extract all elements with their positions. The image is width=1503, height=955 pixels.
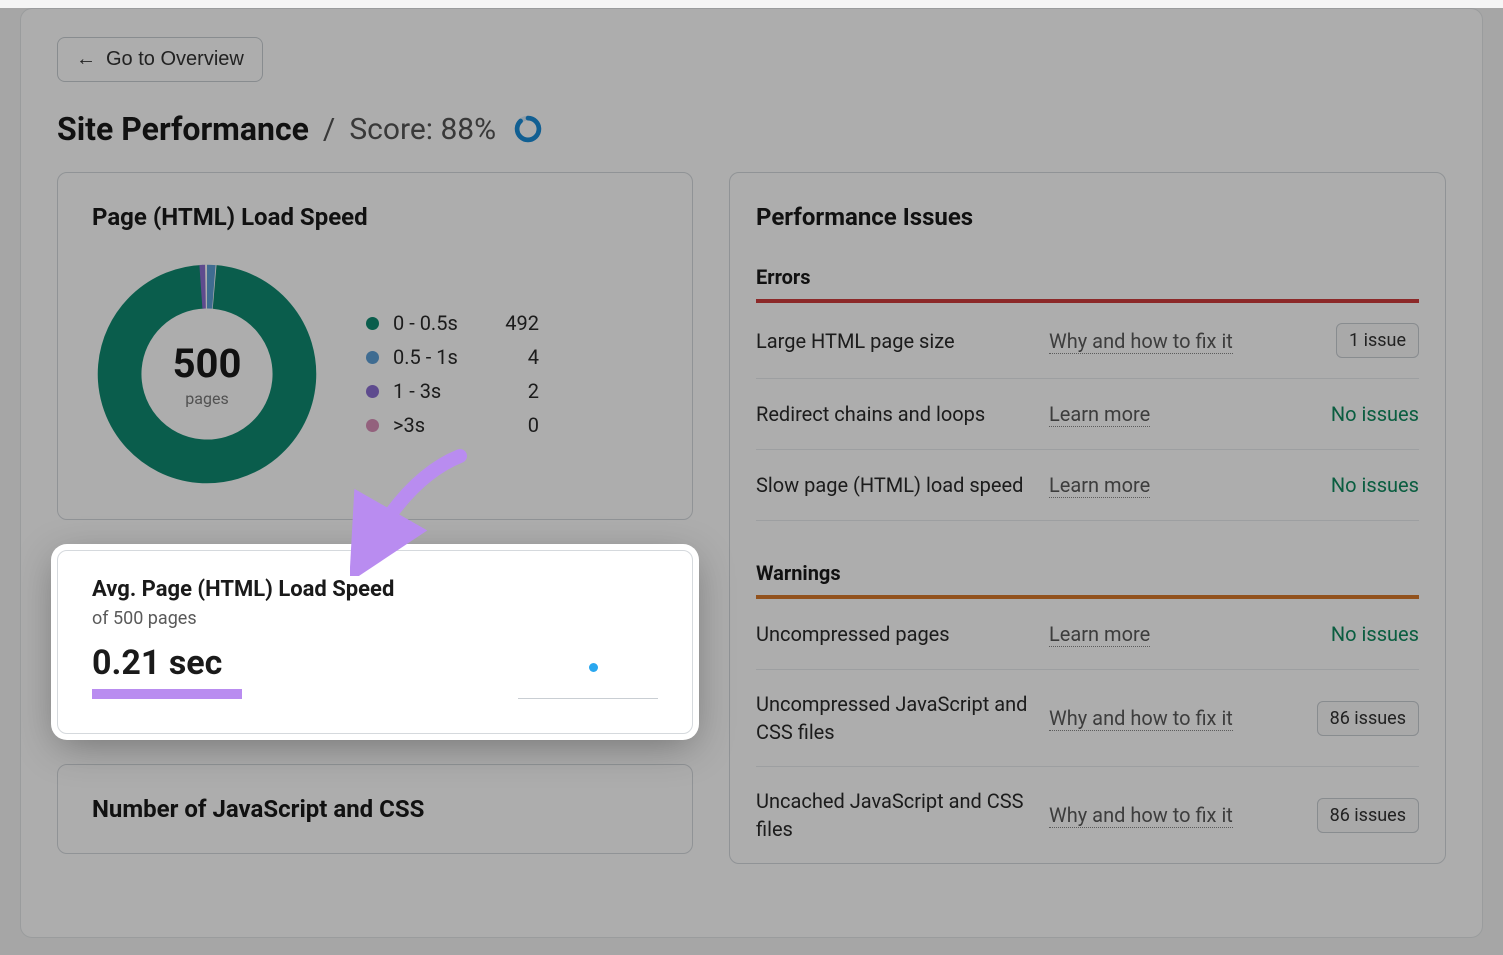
avg-speed-value: 0.21 sec bbox=[92, 643, 242, 683]
issue-row: Redirect chains and loops Learn more No … bbox=[756, 379, 1419, 450]
issue-name: Uncached JavaScript and CSS files bbox=[756, 787, 1039, 843]
page-title: Site Performance bbox=[57, 110, 309, 148]
load-speed-donut: 500 pages bbox=[92, 259, 322, 489]
highlight-underline-icon bbox=[92, 689, 242, 699]
avg-speed-title: Avg. Page (HTML) Load Speed bbox=[92, 577, 658, 602]
issue-help-link[interactable]: Learn more bbox=[1049, 473, 1150, 498]
score-separator: / bbox=[323, 112, 335, 147]
issue-help-link[interactable]: Why and how to fix it bbox=[1049, 706, 1233, 731]
issue-row: Slow page (HTML) load speed Learn more N… bbox=[756, 450, 1419, 521]
issue-help-link[interactable]: Learn more bbox=[1049, 622, 1150, 647]
issue-count-pill[interactable]: 86 issues bbox=[1317, 798, 1419, 833]
page-container: ← Go to Overview Site Performance / Scor… bbox=[20, 8, 1483, 938]
avg-speed-sparkline bbox=[518, 665, 658, 699]
issue-name: Uncompressed pages bbox=[756, 620, 1039, 648]
legend-dot-icon bbox=[366, 419, 379, 432]
legend-dot-icon bbox=[366, 385, 379, 398]
avg-speed-subtitle: of 500 pages bbox=[92, 608, 658, 629]
legend-row: 0 - 0.5s 492 bbox=[366, 311, 539, 335]
back-button-label: Go to Overview bbox=[106, 48, 244, 71]
back-to-overview-button[interactable]: ← Go to Overview bbox=[57, 37, 263, 82]
title-row: Site Performance / Score: 88% bbox=[57, 110, 1482, 148]
jscss-card: Number of JavaScript and CSS bbox=[57, 764, 693, 854]
legend-label: >3s bbox=[393, 413, 489, 437]
issue-row: Uncached JavaScript and CSS files Why an… bbox=[756, 767, 1419, 863]
performance-issues-panel: Performance Issues Errors Large HTML pag… bbox=[729, 172, 1446, 864]
issue-count-pill[interactable]: 86 issues bbox=[1317, 701, 1419, 736]
no-issues-label: No issues bbox=[1331, 473, 1419, 497]
legend-row: 0.5 - 1s 4 bbox=[366, 345, 539, 369]
issue-count-pill[interactable]: 1 issue bbox=[1336, 323, 1419, 358]
issue-name: Redirect chains and loops bbox=[756, 400, 1039, 428]
no-issues-label: No issues bbox=[1331, 402, 1419, 426]
legend-dot-icon bbox=[366, 317, 379, 330]
load-speed-legend: 0 - 0.5s 492 0.5 - 1s 4 1 - 3s 2 bbox=[366, 311, 539, 437]
donut-total: 500 bbox=[173, 340, 242, 387]
load-speed-title: Page (HTML) Load Speed bbox=[92, 203, 658, 231]
warnings-section-heading: Warnings bbox=[756, 561, 1419, 599]
arrow-left-icon: ← bbox=[76, 48, 96, 71]
legend-value: 492 bbox=[489, 311, 539, 335]
legend-label: 0 - 0.5s bbox=[393, 311, 489, 335]
legend-value: 2 bbox=[489, 379, 539, 403]
legend-row: >3s 0 bbox=[366, 413, 539, 437]
jscss-title: Number of JavaScript and CSS bbox=[92, 795, 658, 823]
legend-value: 4 bbox=[489, 345, 539, 369]
avg-load-speed-card: Avg. Page (HTML) Load Speed of 500 pages… bbox=[57, 550, 693, 734]
legend-label: 0.5 - 1s bbox=[393, 345, 489, 369]
issue-name: Large HTML page size bbox=[756, 327, 1039, 355]
issue-name: Slow page (HTML) load speed bbox=[756, 471, 1039, 499]
issue-help-link[interactable]: Why and how to fix it bbox=[1049, 803, 1233, 828]
issue-row: Uncompressed JavaScript and CSS files Wh… bbox=[756, 670, 1419, 767]
legend-dot-icon bbox=[366, 351, 379, 364]
issue-row: Uncompressed pages Learn more No issues bbox=[756, 599, 1419, 670]
issue-help-link[interactable]: Why and how to fix it bbox=[1049, 329, 1233, 354]
legend-label: 1 - 3s bbox=[393, 379, 489, 403]
score-ring-icon bbox=[514, 115, 542, 143]
sparkline-dot-icon bbox=[589, 663, 598, 672]
issue-name: Uncompressed JavaScript and CSS files bbox=[756, 690, 1039, 746]
donut-total-label: pages bbox=[185, 389, 228, 408]
legend-value: 0 bbox=[489, 413, 539, 437]
issue-row: Large HTML page size Why and how to fix … bbox=[756, 303, 1419, 379]
no-issues-label: No issues bbox=[1331, 622, 1419, 646]
score-label: Score: 88% bbox=[349, 112, 496, 147]
load-speed-card: Page (HTML) Load Speed 500 pages bbox=[57, 172, 693, 520]
issues-panel-title: Performance Issues bbox=[756, 203, 1419, 231]
errors-section-heading: Errors bbox=[756, 265, 1419, 303]
legend-row: 1 - 3s 2 bbox=[366, 379, 539, 403]
issue-help-link[interactable]: Learn more bbox=[1049, 402, 1150, 427]
